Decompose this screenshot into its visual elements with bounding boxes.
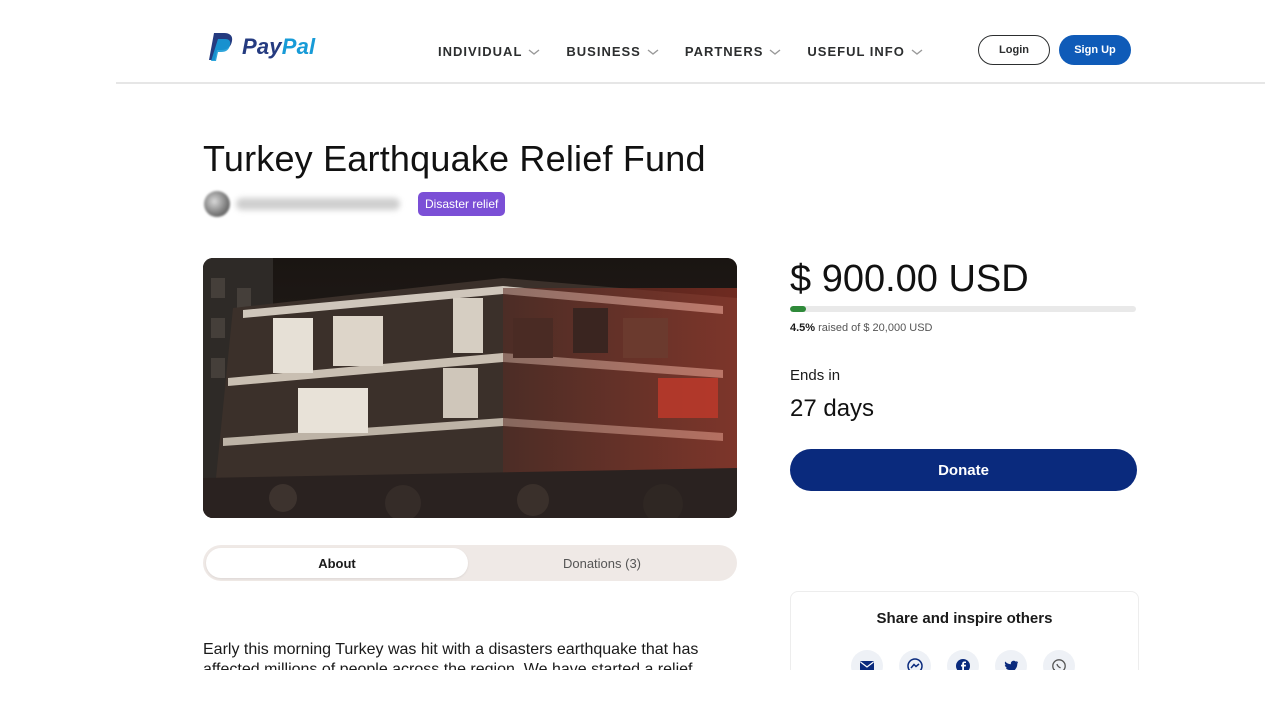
nav-useful-info-label: USEFUL INFO — [807, 44, 905, 59]
ends-in-label: Ends in — [790, 367, 841, 384]
site-header: PayPal INDIVIDUAL BUSINESS PARTNERS USEF… — [116, 0, 1265, 84]
page-title: Turkey Earthquake Relief Fund — [203, 138, 706, 179]
campaign-photo — [203, 258, 737, 518]
share-card: Share and inspire others — [790, 591, 1139, 672]
chevron-down-icon — [528, 48, 540, 55]
organizer-avatar[interactable] — [204, 191, 230, 217]
facebook-icon[interactable] — [947, 650, 979, 672]
progress-fill — [790, 306, 806, 312]
paypal-wordmark: PayPal — [242, 34, 315, 60]
tab-about[interactable]: About — [206, 548, 468, 578]
content-tabs: About Donations (3) — [203, 545, 737, 581]
raised-goal-text: raised of $ 20,000 USD — [815, 322, 933, 334]
amount-raised: $ 900.00 USD — [790, 258, 1029, 300]
paypal-logo-icon — [208, 32, 234, 62]
signup-button[interactable]: Sign Up — [1059, 35, 1131, 65]
progress-bar — [790, 306, 1136, 312]
nav-business-label: BUSINESS — [566, 44, 641, 59]
chevron-down-icon — [769, 48, 781, 55]
paypal-logo[interactable]: PayPal — [208, 32, 315, 62]
chevron-down-icon — [647, 48, 659, 55]
ends-in-value: 27 days — [790, 395, 875, 422]
chevron-down-icon — [911, 48, 923, 55]
campaign-description: Early this morning Turkey was hit with a… — [203, 641, 699, 670]
email-icon[interactable] — [851, 650, 883, 672]
raised-percent: 4.5% — [790, 322, 816, 334]
login-button[interactable]: Login — [978, 35, 1050, 65]
bottom-edge — [0, 670, 1265, 711]
wordmark-pay: Pay — [242, 34, 282, 59]
main-nav: INDIVIDUAL BUSINESS PARTNERS USEFUL INFO — [438, 44, 923, 59]
raised-summary: 4.5% raised of $ 20,000 USD — [790, 322, 932, 334]
whatsapp-icon[interactable] — [1043, 650, 1075, 672]
category-badge[interactable]: Disaster relief — [418, 192, 506, 216]
twitter-icon[interactable] — [995, 650, 1027, 672]
messenger-icon[interactable] — [899, 650, 931, 672]
organizer-name-blurred — [236, 198, 400, 210]
nav-useful-info[interactable]: USEFUL INFO — [807, 44, 923, 59]
share-icons — [851, 650, 1075, 672]
nav-individual-label: INDIVIDUAL — [438, 44, 523, 59]
nav-partners[interactable]: PARTNERS — [685, 44, 782, 59]
share-title: Share and inspire others — [876, 610, 1053, 627]
nav-business[interactable]: BUSINESS — [566, 44, 659, 59]
collapsed-building-illustration — [203, 258, 737, 518]
nav-partners-label: PARTNERS — [684, 44, 764, 59]
nav-individual[interactable]: INDIVIDUAL — [438, 44, 540, 59]
wordmark-pal: Pal — [281, 34, 316, 59]
donate-button[interactable]: Donate — [790, 449, 1137, 491]
tab-donations[interactable]: Donations (3) — [471, 548, 733, 578]
